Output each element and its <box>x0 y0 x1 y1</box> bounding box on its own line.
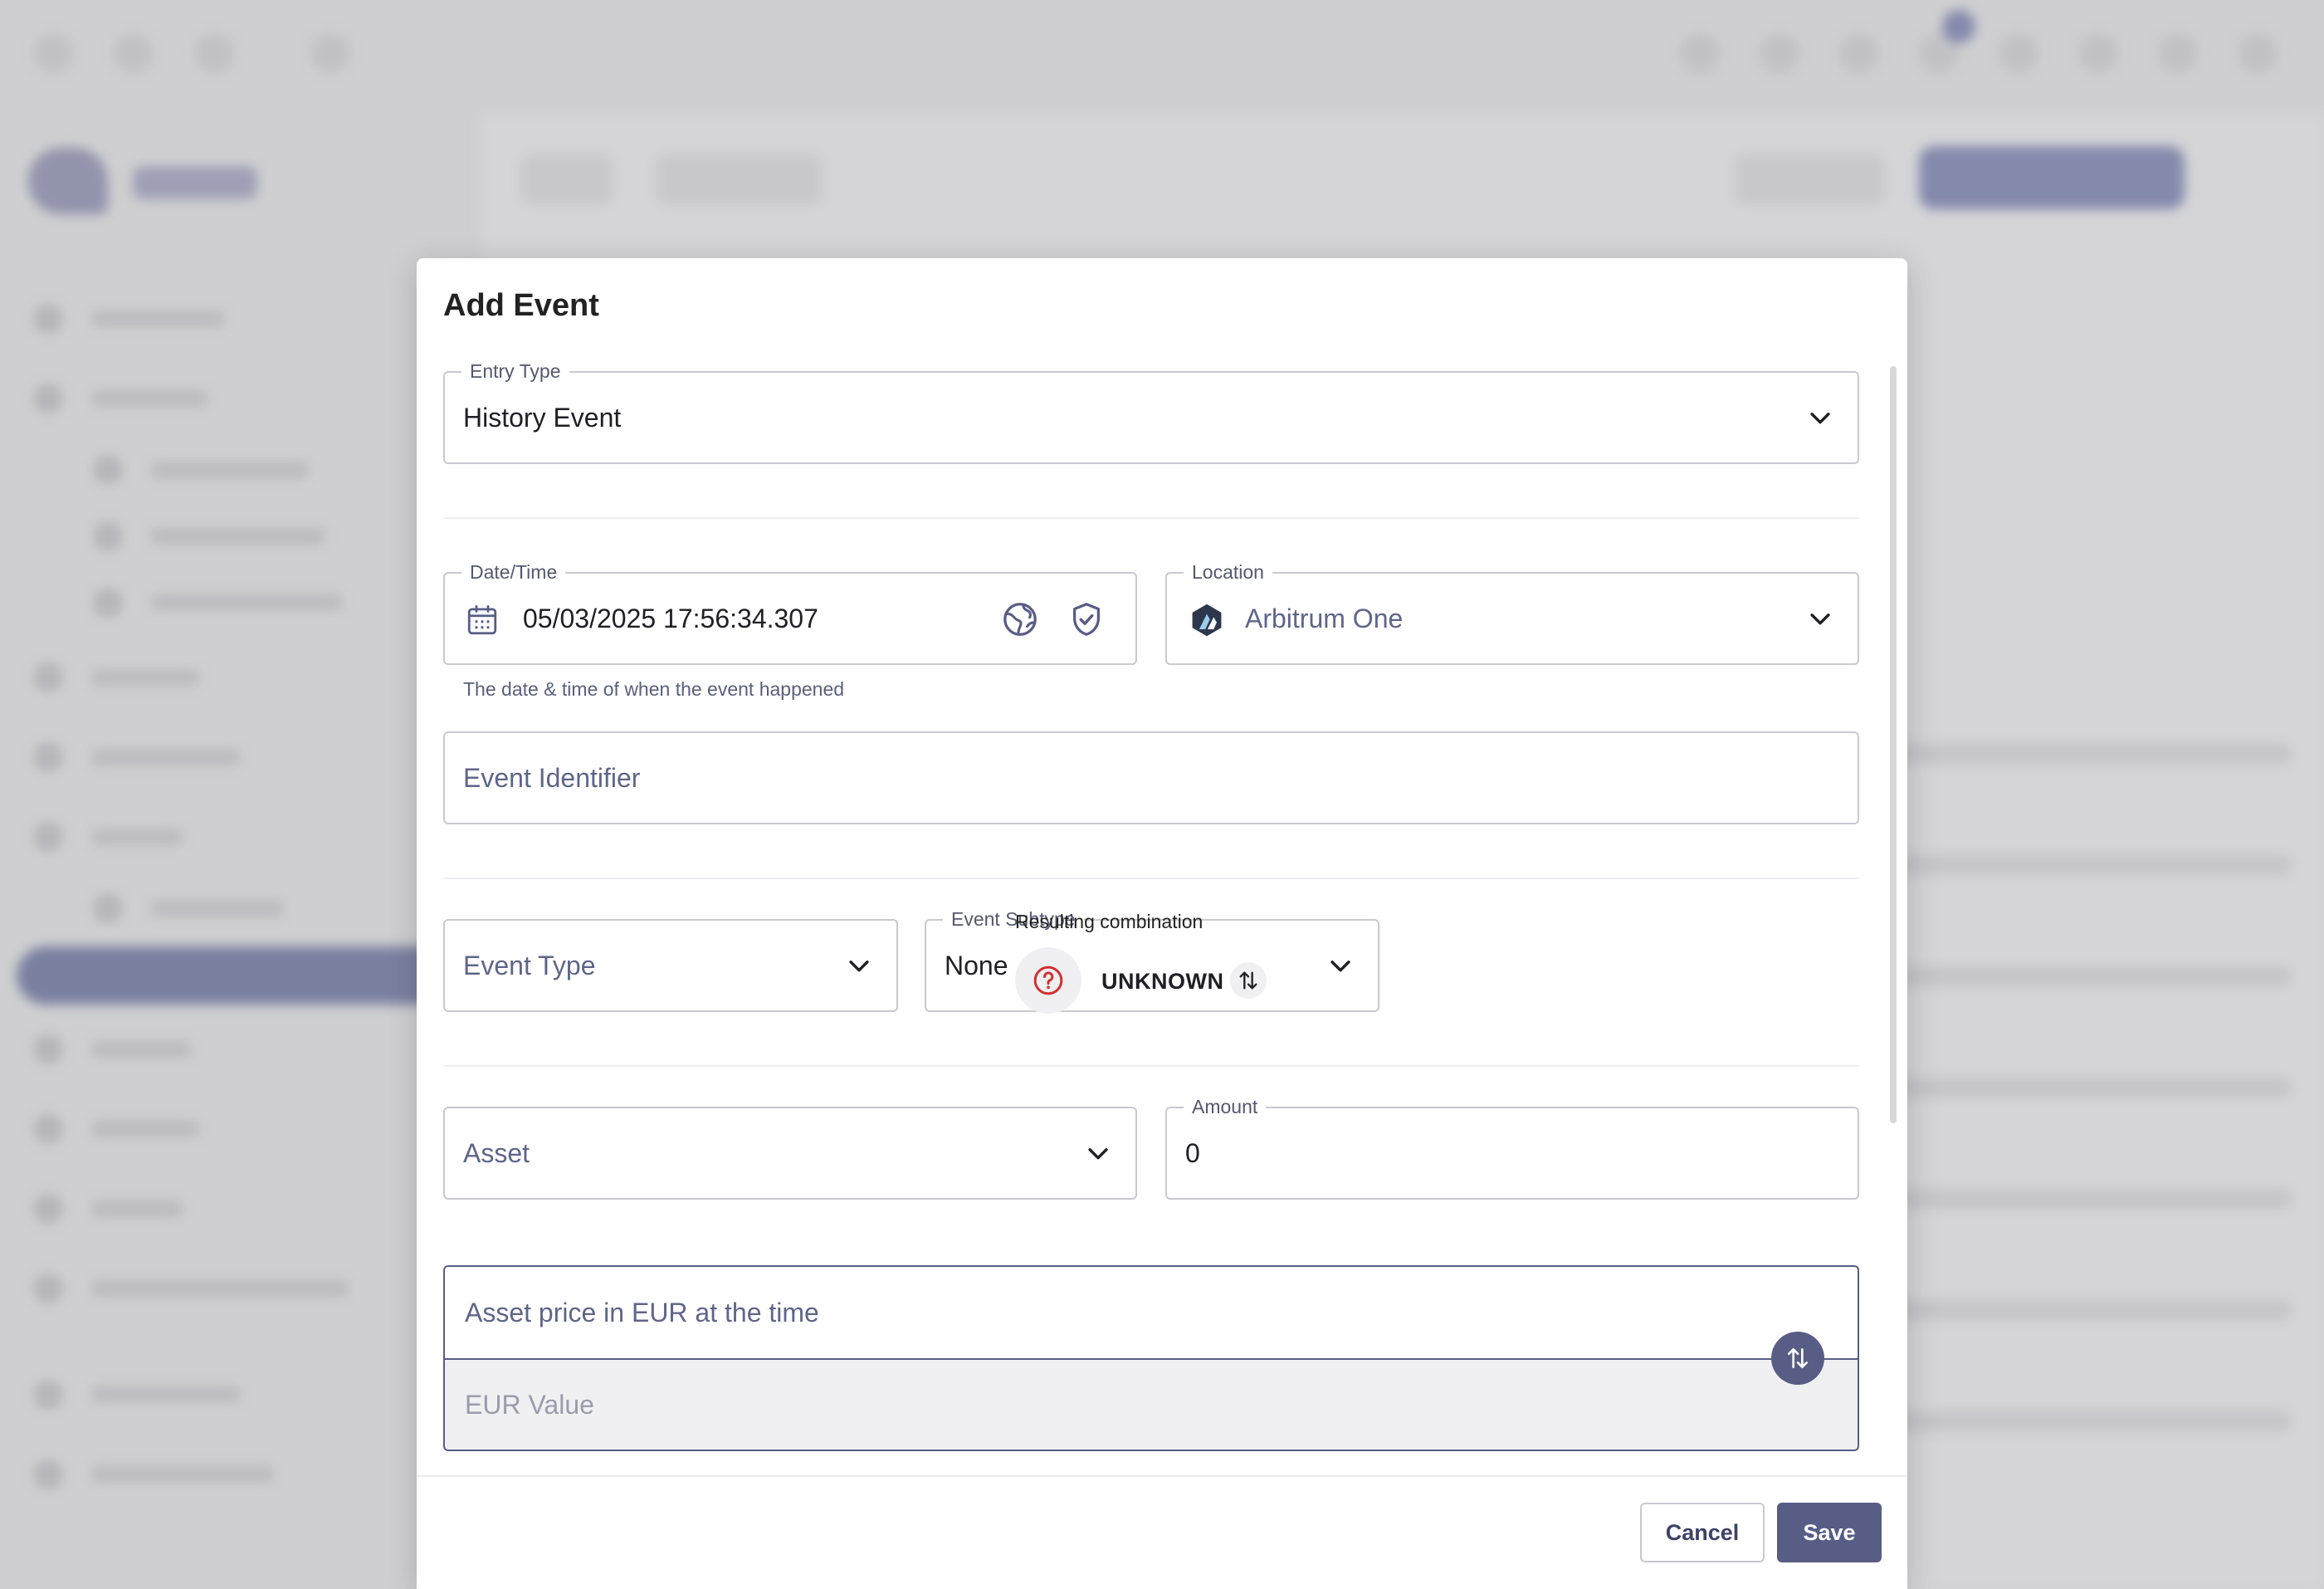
toolbar-icon <box>1680 33 1720 73</box>
verified-badge-icon[interactable] <box>1067 600 1106 638</box>
divider <box>443 1065 1859 1067</box>
sidebar-item-active <box>17 946 448 1005</box>
swap-price-button[interactable] <box>1771 1332 1824 1385</box>
swap-vertical-icon <box>1239 971 1257 990</box>
dialog-title: Add Event <box>443 288 599 323</box>
unknown-event-icon <box>1015 947 1081 1014</box>
event-type-placeholder: Event Type <box>463 950 596 980</box>
toolbar-icon <box>310 33 350 73</box>
asset-price-placeholder: Asset price in EUR at the time <box>465 1297 819 1327</box>
event-subtype-value: None <box>945 950 1008 980</box>
arbitrum-logo-icon <box>1192 604 1222 637</box>
chevron-down-icon <box>1810 413 1830 424</box>
save-button[interactable]: Save <box>1777 1503 1882 1562</box>
scrollbar[interactable] <box>1890 366 1897 1123</box>
amount-value: 0 <box>1185 1137 1200 1168</box>
menu-icon <box>33 33 73 73</box>
add-event-dialog: Add Event Entry Type History Event Date/… <box>417 258 1907 1589</box>
amount-input[interactable]: Amount 0 <box>1165 1095 1859 1200</box>
entry-type-value: History Event <box>463 402 622 433</box>
toolbar-icon <box>1760 33 1799 73</box>
asset-placeholder: Asset <box>463 1137 530 1168</box>
resulting-combination-label: Resulting combination <box>1015 911 1204 932</box>
toolbar-icon <box>113 33 153 73</box>
datetime-value: 05/03/2025 17:56:34.307 <box>523 603 818 633</box>
toolbar-icon <box>2158 33 2198 73</box>
breadcrumb <box>656 154 822 204</box>
entry-type-select[interactable]: Entry Type History Event <box>443 359 1859 464</box>
app-logo <box>28 148 108 214</box>
primary-action-button <box>1919 146 2185 209</box>
event-identifier-placeholder: Event Identifier <box>463 762 641 793</box>
asset-select[interactable]: Asset <box>443 1107 1137 1200</box>
top-bar <box>0 0 2324 108</box>
swap-combination-button[interactable] <box>1230 962 1267 999</box>
cancel-button[interactable]: Cancel <box>1640 1503 1765 1562</box>
swap-vertical-icon <box>1788 1348 1808 1368</box>
toolbar-icon <box>194 33 234 73</box>
divider <box>443 878 1859 879</box>
event-type-select[interactable]: Event Type <box>443 919 898 1012</box>
timezone-globe-icon[interactable] <box>1001 600 1039 638</box>
datetime-field[interactable]: Date/Time 05/03/2025 17:56:34.307 <box>443 560 1137 665</box>
question-circle-icon <box>1033 966 1063 995</box>
chevron-down-icon <box>849 961 869 972</box>
location-select[interactable]: Location Arbitrum One <box>1165 560 1859 665</box>
event-identifier-input[interactable]: Event Identifier <box>443 731 1859 824</box>
chevron-down-icon <box>1088 1148 1108 1160</box>
datetime-hint: The date & time of when the event happen… <box>463 678 845 700</box>
chevron-down-icon <box>1810 614 1830 625</box>
resulting-combination-value: UNKNOWN <box>1101 969 1224 994</box>
toolbar-icon <box>2238 33 2278 73</box>
location-value: Arbitrum One <box>1245 603 1404 633</box>
toolbar-icon <box>1999 33 2038 73</box>
eur-value-input[interactable]: EUR Value <box>443 1358 1859 1451</box>
eur-value-placeholder: EUR Value <box>465 1389 594 1420</box>
notification-badge <box>1942 10 1975 43</box>
chevron-down-icon <box>1330 961 1350 972</box>
toolbar-icon <box>2078 33 2118 73</box>
breadcrumb <box>521 154 613 204</box>
asset-price-input[interactable]: Asset price in EUR at the time <box>443 1265 1859 1358</box>
footer-divider <box>417 1475 1907 1477</box>
divider <box>443 517 1859 519</box>
calendar-icon <box>467 604 497 635</box>
toolbar-icon <box>1839 33 1879 73</box>
app-logo-text <box>133 166 257 199</box>
toolbar-button <box>1735 154 1884 204</box>
